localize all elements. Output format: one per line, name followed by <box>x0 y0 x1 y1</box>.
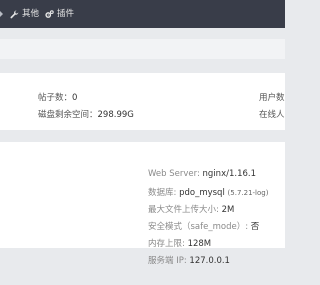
top-navbar: 其他 插件 <box>0 0 285 28</box>
nav-item-other-label: 其他 <box>22 9 40 19</box>
web-server-label: Web Server: <box>148 169 203 179</box>
stats-card: 帖子数：0 磁盘剩余空间：298.99G 用户数 在线人 <box>0 73 285 130</box>
users-stat: 用户数 <box>259 91 285 103</box>
posts-label: 帖子数： <box>38 93 73 103</box>
safe-mode-row: 安全模式（safe_mode）: 否 <box>148 220 259 232</box>
posts-value: 0 <box>72 93 78 103</box>
ip-label: 服务端 IP: <box>148 256 190 266</box>
online-label: 在线人 <box>259 110 285 120</box>
wrench-icon <box>10 10 19 18</box>
posts-stat: 帖子数：0 <box>38 91 77 103</box>
database-row: 数据库: pdo_mysql (5.7.21-log) <box>148 186 268 198</box>
server-info-card: Web Server: nginx/1.16.1 数据库: pdo_mysql … <box>0 142 285 266</box>
nav-item-plugins-label: 插件 <box>57 9 75 19</box>
upload-size-row: 最大文件上传大小: 2M <box>148 203 234 215</box>
server-ip-row: 服务端 IP: 127.0.0.1 <box>148 254 230 266</box>
safe-mode-label: 安全模式（safe_mode）: <box>148 222 251 232</box>
disk-value: 298.99G <box>97 110 134 120</box>
gears-icon <box>45 9 54 18</box>
memory-label: 内存上限: <box>148 239 188 249</box>
disk-stat: 磁盘剩余空间：298.99G <box>38 108 134 120</box>
db-value: pdo_mysql <box>179 188 225 198</box>
memory-limit-row: 内存上限: 128M <box>148 237 211 249</box>
nav-item-other[interactable]: 其他 <box>10 0 39 28</box>
memory-value: 128M <box>187 239 212 249</box>
header-strip <box>0 39 285 59</box>
web-server-row: Web Server: nginx/1.16.1 <box>148 169 256 179</box>
online-stat: 在线人 <box>259 108 285 120</box>
disk-label: 磁盘剩余空间： <box>38 110 98 120</box>
nav-item-plugins[interactable]: 插件 <box>45 0 74 28</box>
db-label: 数据库: <box>148 188 180 198</box>
web-server-value: nginx/1.16.1 <box>202 169 256 179</box>
users-label: 用户数 <box>259 93 285 103</box>
upload-label: 最大文件上传大小: <box>148 205 222 215</box>
safe-mode-value: 否 <box>250 222 260 232</box>
ip-value: 127.0.0.1 <box>189 256 230 266</box>
upload-value: 2M <box>221 205 235 215</box>
db-version: (5.7.21-log) <box>227 189 269 197</box>
caret-icon[interactable] <box>0 11 3 17</box>
